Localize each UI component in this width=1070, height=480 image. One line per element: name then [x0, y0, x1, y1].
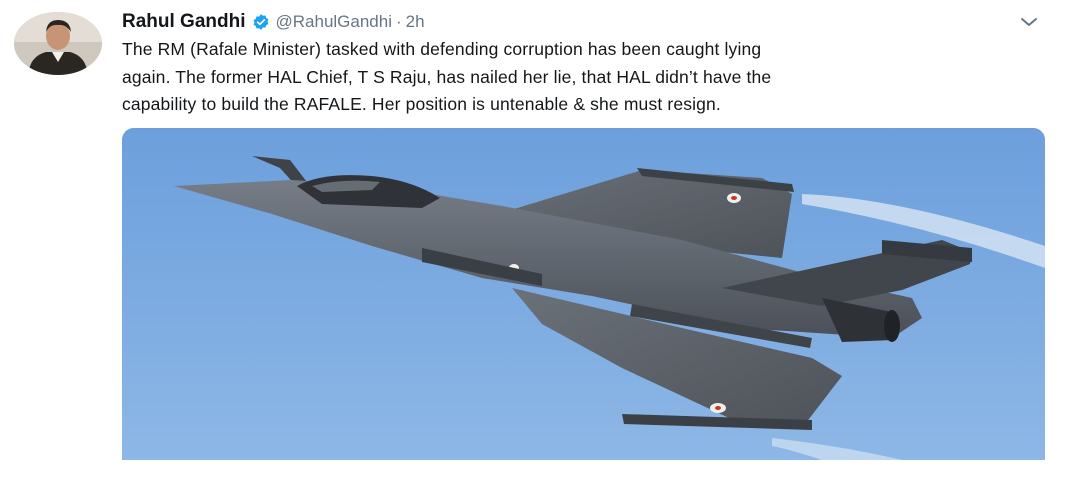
- tweet-text: The RM (Rafale Minister) tasked with def…: [122, 36, 1052, 119]
- tweet-text-line: The RM (Rafale Minister) tasked with def…: [122, 39, 762, 59]
- verified-badge-icon: [252, 13, 270, 31]
- tweet-timestamp[interactable]: 2h: [406, 12, 425, 32]
- avatar-image: [14, 12, 102, 75]
- display-name[interactable]: Rahul Gandhi: [122, 11, 246, 33]
- fighter-jet-icon: [122, 128, 1045, 460]
- tweet-header: Rahul Gandhi @RahulGandhi · 2h: [122, 10, 425, 34]
- author-handle[interactable]: @RahulGandhi: [276, 12, 393, 32]
- tweet-media-photo[interactable]: [122, 128, 1045, 460]
- chevron-down-icon[interactable]: [1018, 14, 1040, 30]
- avatar[interactable]: [14, 12, 102, 75]
- tweet-card: Rahul Gandhi @RahulGandhi · 2h The RM (R…: [0, 0, 1070, 480]
- tweet-text-line: capability to build the RAFALE. Her posi…: [122, 94, 721, 114]
- tweet-text-line: again. The former HAL Chief, T S Raju, h…: [122, 66, 772, 87]
- separator-dot: ·: [396, 12, 402, 31]
